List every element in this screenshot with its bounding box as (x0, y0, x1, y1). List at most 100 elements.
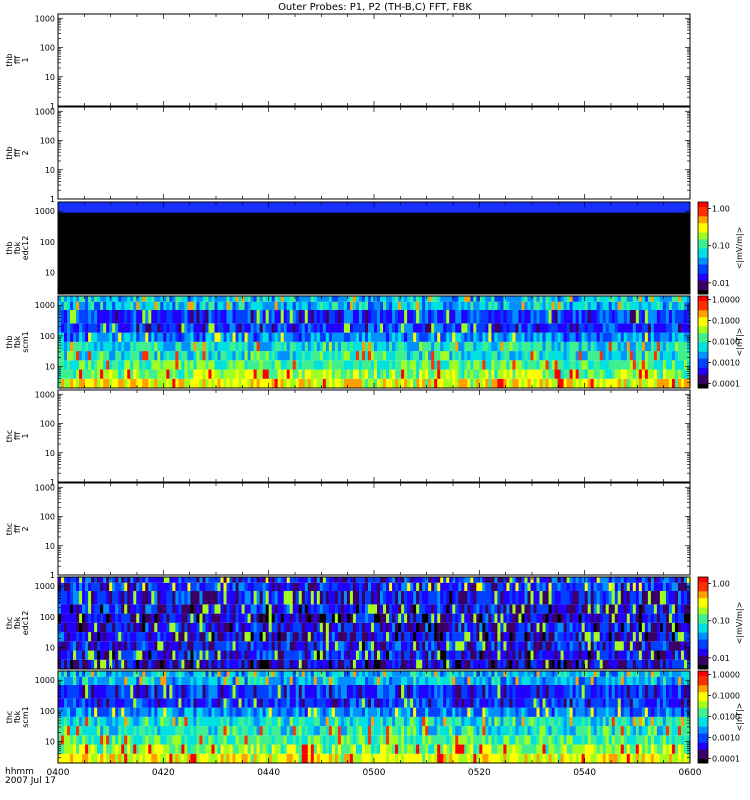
heatmap-cell (464, 604, 468, 614)
heatmap-cell (61, 341, 65, 352)
heatmap-cell (545, 323, 549, 333)
heatmap-cell (370, 323, 375, 333)
heatmap-cell (533, 378, 537, 388)
heatmap-cell (127, 650, 131, 660)
heatmap-cell (349, 296, 354, 302)
heatmap-cell (401, 323, 405, 333)
heatmap-cell (115, 360, 119, 370)
heatmap-cell (449, 341, 453, 352)
heatmap-cell (446, 622, 450, 633)
heatmap-cell (485, 360, 489, 370)
heatmap-cell (383, 378, 387, 388)
heatmap-cell (124, 309, 128, 324)
heatmap-cell (193, 577, 197, 583)
heatmap-cell (596, 613, 601, 623)
heatmap-cell (235, 351, 239, 361)
heatmap-cell (163, 632, 167, 642)
heatmap-cell (626, 378, 631, 388)
heatmap-cell (656, 577, 661, 583)
heatmap-cell (115, 604, 119, 614)
y-tick-label: 1 (50, 571, 55, 580)
heatmap-cell (61, 604, 65, 614)
heatmap-cell (196, 577, 200, 583)
heatmap-cell (392, 613, 396, 623)
heatmap-cell (497, 296, 501, 302)
heatmap-cell (154, 632, 158, 642)
heatmap-cell (244, 332, 248, 342)
heatmap-cell (506, 351, 510, 361)
heatmap-cell (142, 577, 146, 583)
heatmap-cell (340, 622, 345, 633)
heatmap-cell (70, 332, 74, 342)
heatmap-cell (235, 296, 239, 302)
heatmap-cell (476, 590, 480, 605)
heatmap-cell (370, 309, 375, 324)
heatmap-cell (500, 332, 504, 342)
heatmap-cell (238, 296, 242, 302)
heatmap-cell (629, 577, 634, 583)
heatmap-cell (413, 369, 417, 379)
heatmap-cell (542, 369, 546, 379)
heatmap-cell (464, 590, 468, 605)
heatmap-cell (377, 360, 381, 370)
heatmap-cell (82, 650, 86, 660)
heatmap-cell (431, 641, 435, 651)
heatmap-cell (361, 604, 366, 614)
heatmap-cell (127, 613, 131, 623)
heatmap-cell (479, 341, 483, 352)
heatmap-cell (482, 301, 486, 310)
heatmap-cell (307, 296, 312, 302)
heatmap-cell (271, 332, 276, 342)
heatmap-cell (151, 332, 155, 342)
heatmap-cell (64, 341, 68, 352)
heatmap-cell (118, 296, 122, 302)
heatmap-cell (313, 369, 318, 379)
heatmap-cell (422, 351, 426, 361)
heatmap-cell (238, 641, 242, 651)
heatmap-cell (488, 378, 492, 388)
heatmap-cell (310, 309, 315, 324)
heatmap-cell (668, 613, 673, 623)
heatmap-cell (232, 577, 236, 583)
heatmap-cell (485, 613, 489, 623)
heatmap-cell (551, 296, 555, 302)
heatmap-cell (491, 622, 495, 633)
heatmap-cell (599, 378, 604, 388)
panels: 1101001000thb fff 11101001000thb fff 2101001… (5, 13, 744, 764)
heatmap-cell (527, 351, 531, 361)
heatmap-cell (109, 323, 113, 333)
heatmap-cell (503, 577, 507, 583)
heatmap-cell (364, 332, 369, 342)
heatmap-cell (389, 650, 393, 660)
heatmap-cell (458, 604, 462, 614)
heatmap-cell (614, 351, 619, 361)
heatmap-cell (361, 369, 366, 379)
heatmap-cell (680, 577, 685, 583)
heatmap-cell (539, 622, 543, 633)
heatmap-cell (593, 301, 598, 310)
heatmap-cell (181, 332, 185, 342)
heatmap-cell (383, 360, 387, 370)
heatmap-cell (163, 309, 167, 324)
heatmap-cell (620, 590, 625, 605)
heatmap-cell (61, 590, 65, 605)
heatmap-cell (292, 332, 297, 342)
heatmap-cell (446, 650, 450, 660)
heatmap-cell (190, 351, 194, 361)
heatmap-cell (325, 301, 330, 310)
heatmap-cell (377, 301, 381, 310)
heatmap-cell (73, 332, 77, 342)
heatmap-cell (470, 360, 474, 370)
heatmap-cell (370, 632, 375, 642)
heatmap-cell (190, 577, 194, 583)
heatmap-cell (361, 659, 366, 669)
heatmap-cell (61, 632, 65, 642)
heatmap-cell (386, 378, 390, 388)
heatmap-cell (175, 590, 179, 605)
heatmap-cell (551, 650, 555, 660)
heatmap-cell (250, 641, 255, 651)
heatmap-cell (599, 577, 604, 583)
heatmap-cell (419, 582, 423, 591)
heatmap-cell (172, 309, 176, 324)
heatmap-cell (419, 378, 423, 388)
